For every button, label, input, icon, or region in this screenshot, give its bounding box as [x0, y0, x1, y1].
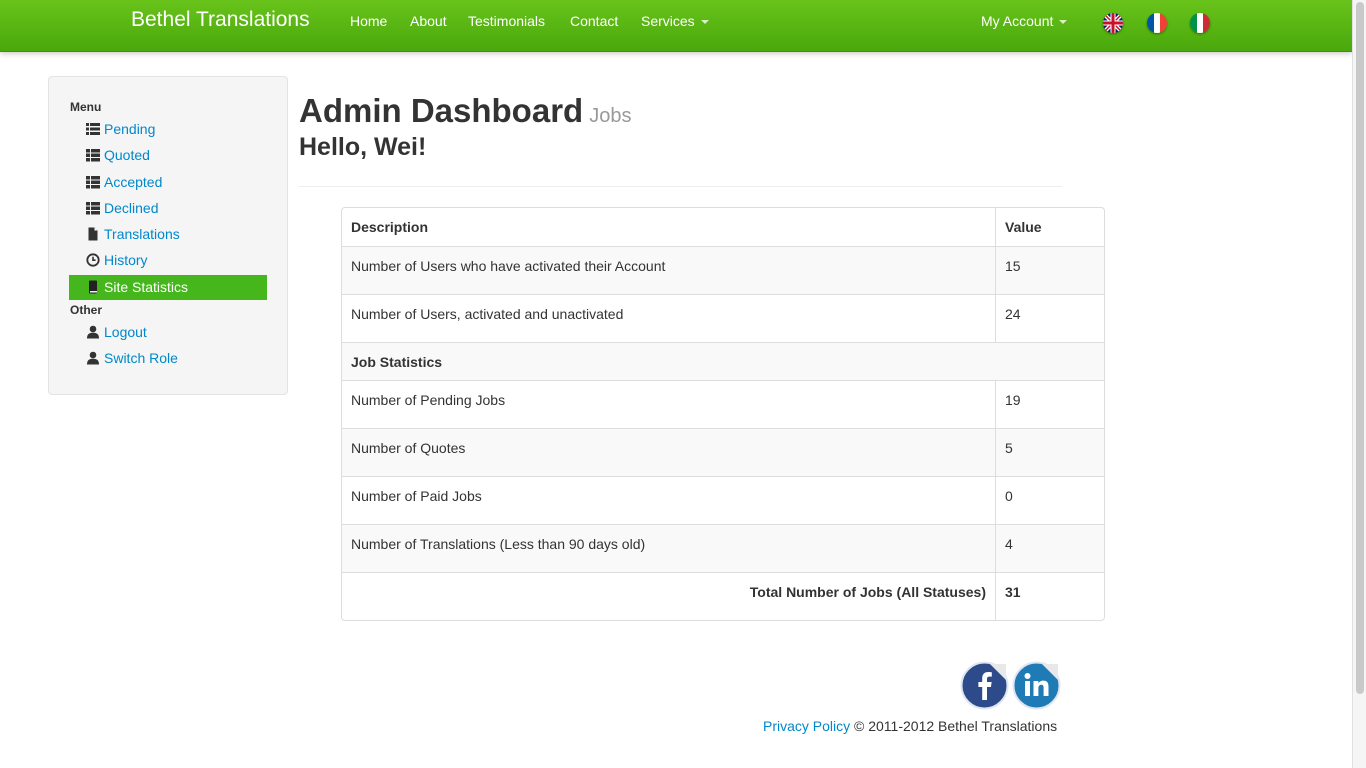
nav-contact-link[interactable]: Contact	[570, 13, 618, 29]
sidebar-item-site-statistics[interactable]: Site Statistics	[69, 275, 267, 300]
table-row: Number of Paid Jobs 0	[342, 476, 1104, 524]
my-account-dropdown[interactable]: My Account	[981, 13, 1068, 29]
th-list-icon	[86, 175, 100, 189]
row-description: Number of Paid Jobs	[342, 477, 996, 524]
nav-about-link[interactable]: About	[410, 13, 447, 29]
facebook-icon[interactable]	[960, 661, 1009, 710]
nav-testimonials-link[interactable]: Testimonials	[468, 13, 545, 29]
user-icon	[86, 351, 100, 365]
row-description: Number of Users, activated and unactivat…	[342, 295, 996, 342]
total-label: Total Number of Jobs (All Statuses)	[342, 573, 996, 620]
row-value: 4	[1005, 536, 1013, 552]
sidebar-item-accepted[interactable]: Accepted	[69, 170, 267, 195]
file-icon	[86, 227, 100, 241]
table-row: Number of Users who have activated their…	[342, 246, 1104, 294]
scrollbar-thumb[interactable]	[1356, 2, 1364, 694]
vertical-scrollbar[interactable]	[1352, 0, 1366, 768]
book-icon	[86, 280, 100, 294]
sidebar-item-logout[interactable]: Logout	[69, 320, 267, 345]
menu-header: Menu	[70, 100, 102, 114]
footer: Privacy Policy © 2011-2012 Bethel Transl…	[763, 718, 1057, 734]
privacy-policy-link[interactable]: Privacy Policy	[763, 718, 850, 734]
row-value: 5	[1005, 440, 1013, 456]
total-value: 31	[1005, 584, 1021, 600]
sidebar-item-label: Translations	[104, 226, 180, 242]
divider	[299, 186, 1062, 187]
statistics-table: Description Value Number of Users who ha…	[341, 207, 1105, 621]
italy-flag-icon[interactable]	[1190, 13, 1210, 33]
brand-logo-text[interactable]: Bethel Translations	[131, 8, 310, 32]
sidebar-item-label: Declined	[104, 200, 159, 216]
sidebar-item-label: Site Statistics	[104, 279, 189, 295]
sidebar-item-pending[interactable]: Pending	[69, 117, 267, 142]
top-navbar: Bethel Translations Home About Testimoni…	[0, 0, 1352, 52]
row-value: 19	[1005, 392, 1021, 408]
sidebar-item-quoted[interactable]: Quoted	[69, 143, 267, 168]
linkedin-icon[interactable]	[1012, 661, 1061, 710]
section-label: Job Statistics	[351, 354, 443, 370]
greeting-heading: Hello, Wei!	[299, 133, 427, 161]
sidebar-item-translations[interactable]: Translations	[69, 222, 267, 247]
my-account-label: My Account	[981, 13, 1054, 29]
sidebar-item-switch-role[interactable]: Switch Role	[69, 346, 267, 371]
chevron-down-icon	[700, 20, 709, 25]
other-header: Other	[70, 303, 103, 317]
table-total-row: Total Number of Jobs (All Statuses) 31	[342, 572, 1104, 620]
row-value: 0	[1005, 488, 1013, 504]
row-description: Number of Pending Jobs	[342, 381, 996, 428]
row-value: 24	[1005, 306, 1021, 322]
table-header-row: Description Value	[342, 208, 1104, 246]
sidebar-item-history[interactable]: History	[69, 248, 267, 273]
table-row: Number of Pending Jobs 19	[342, 380, 1104, 428]
row-description: Number of Translations (Less than 90 day…	[342, 525, 996, 572]
column-header-value: Value	[1005, 219, 1042, 235]
sidebar-item-label: History	[104, 252, 148, 268]
row-description: Number of Quotes	[342, 429, 996, 476]
page-title-text: Admin Dashboard	[299, 92, 584, 129]
sidebar-item-label: Quoted	[104, 147, 150, 163]
row-description: Number of Users who have activated their…	[342, 247, 996, 294]
row-value: 15	[1005, 258, 1021, 274]
nav-home-link[interactable]: Home	[350, 13, 387, 29]
sidebar-item-label: Pending	[104, 121, 156, 137]
france-flag-icon[interactable]	[1147, 13, 1167, 33]
user-icon	[86, 325, 100, 339]
sidebar-menu: Menu Pending Quoted Accepted Declined Tr…	[48, 76, 288, 395]
list-icon	[86, 122, 100, 136]
nav-services-label: Services	[641, 13, 695, 29]
page-subtitle: Jobs	[589, 105, 632, 127]
table-row: Number of Translations (Less than 90 day…	[342, 524, 1104, 572]
th-list-icon	[86, 148, 100, 162]
page-title: Admin Dashboard Jobs	[299, 92, 631, 130]
copyright-text: © 2011-2012 Bethel Translations	[854, 718, 1058, 734]
uk-flag-icon[interactable]	[1103, 13, 1123, 33]
chevron-down-icon	[1059, 20, 1068, 25]
sidebar-item-declined[interactable]: Declined	[69, 196, 267, 221]
sidebar-item-label: Switch Role	[104, 350, 178, 366]
column-header-description: Description	[342, 208, 996, 246]
table-row: Number of Quotes 5	[342, 428, 1104, 476]
th-list-icon	[86, 201, 100, 215]
nav-services-dropdown[interactable]: Services	[641, 13, 709, 29]
clock-icon	[86, 253, 100, 267]
section-row-job-statistics: Job Statistics	[342, 342, 1104, 380]
sidebar-item-label: Logout	[104, 324, 147, 340]
table-row: Number of Users, activated and unactivat…	[342, 294, 1104, 342]
sidebar-item-label: Accepted	[104, 174, 163, 190]
